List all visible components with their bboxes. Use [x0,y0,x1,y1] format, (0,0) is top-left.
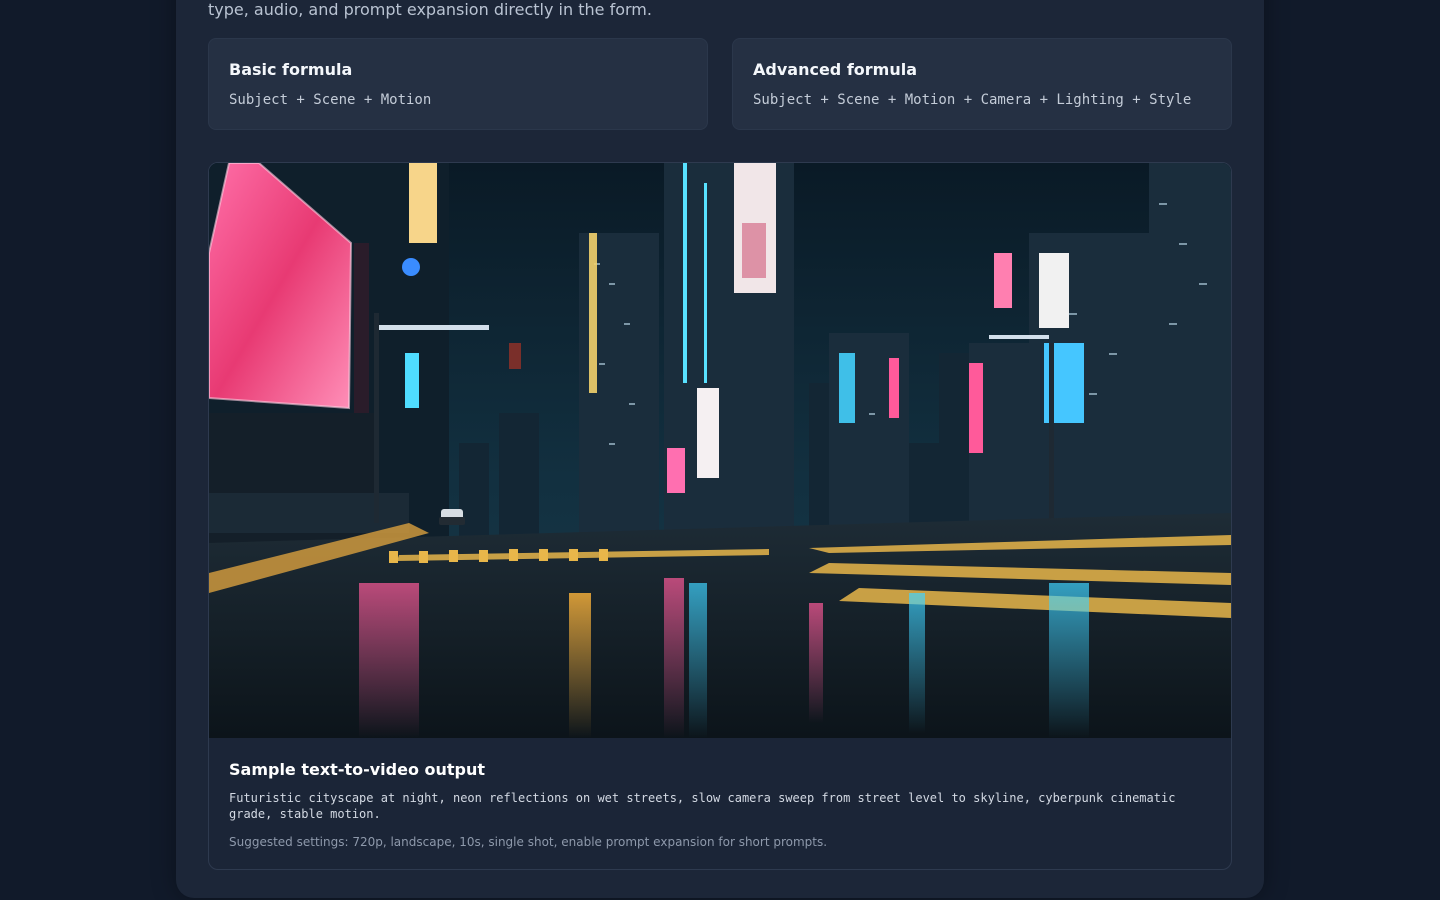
sample-video-frame[interactable] [209,163,1231,738]
sample-output-card: Sample text-to-video output Futuristic c… [208,162,1232,870]
basic-formula-card: Basic formula Subject + Scene + Motion [208,38,708,130]
basic-formula-title: Basic formula [229,60,353,79]
intro-text: type, audio, and prompt expansion direct… [208,0,652,19]
sample-title: Sample text-to-video output [229,760,486,779]
cyberpunk-city-image [209,163,1231,738]
advanced-formula-card: Advanced formula Subject + Scene + Motio… [732,38,1232,130]
sample-prompt-text: Futuristic cityscape at night, neon refl… [229,791,1176,821]
suggested-settings-text: Suggested settings: 720p, landscape, 10s… [229,835,828,849]
advanced-formula-title: Advanced formula [753,60,917,79]
advanced-formula-text: Subject + Scene + Motion + Camera + Ligh… [753,92,1192,108]
basic-formula-text: Subject + Scene + Motion [229,92,432,108]
